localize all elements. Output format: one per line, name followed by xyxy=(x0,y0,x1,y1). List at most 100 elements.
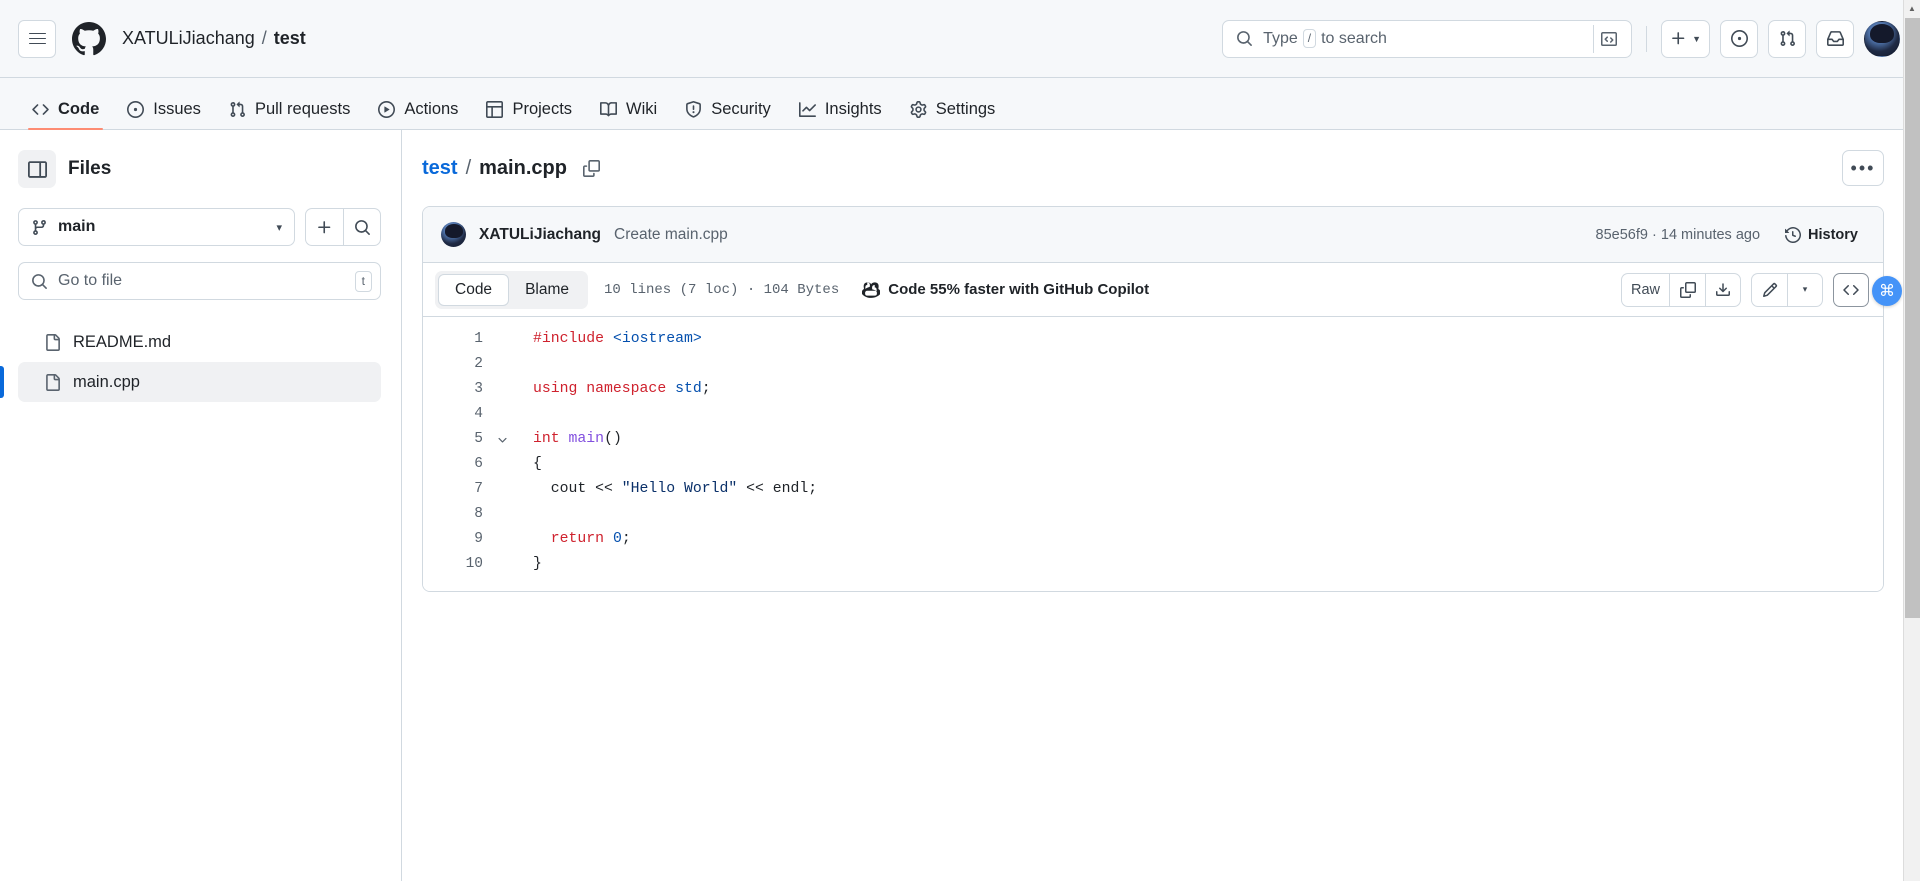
graph-icon xyxy=(798,101,816,117)
file-card: XATULiJiachang Create main.cpp 85e56f9 ·… xyxy=(422,206,1884,592)
tab-wiki[interactable]: Wiki xyxy=(588,89,669,129)
line-number[interactable]: 7 xyxy=(423,477,489,502)
line-number[interactable]: 10 xyxy=(423,552,489,577)
code-line-content[interactable]: using namespace std; xyxy=(515,377,711,402)
code-icon xyxy=(32,103,49,115)
header-divider xyxy=(1646,25,1648,52)
create-new-button[interactable]: ▼ xyxy=(1661,19,1710,58)
tab-issues[interactable]: Issues xyxy=(115,89,213,129)
copy-contents-button[interactable] xyxy=(1669,272,1705,307)
pull-requests-button[interactable] xyxy=(1768,19,1806,58)
gear-icon xyxy=(910,100,927,118)
sidebar-collapse-icon xyxy=(27,160,47,178)
code-fold-toggle[interactable] xyxy=(489,427,515,452)
history-icon xyxy=(1785,226,1801,243)
line-number[interactable]: 8 xyxy=(423,502,489,527)
code-line: 8 xyxy=(423,502,1883,527)
page-scrollbar[interactable]: ▲ xyxy=(1903,0,1920,881)
file-list-item-main-cpp[interactable]: main.cpp xyxy=(0,362,381,402)
go-to-file-input[interactable] xyxy=(58,272,345,290)
file-breadcrumb-row: test / main.cpp ••• xyxy=(422,148,1884,188)
code-line-content[interactable]: } xyxy=(515,552,542,577)
scrollbar-up-arrow[interactable]: ▲ xyxy=(1904,0,1920,17)
tab-wiki-label: Wiki xyxy=(626,99,658,118)
branch-selector[interactable]: main ▾ xyxy=(18,208,295,246)
download-raw-button[interactable] xyxy=(1705,272,1741,307)
code-line: 10 } xyxy=(423,552,1883,577)
add-file-button[interactable] xyxy=(305,208,343,246)
line-number[interactable]: 9 xyxy=(423,527,489,552)
line-number[interactable]: 4 xyxy=(423,402,489,427)
tab-code[interactable]: Code xyxy=(20,89,111,130)
code-line-content[interactable]: int main() xyxy=(515,427,622,452)
code-line-content[interactable]: cout << "Hello World" << endl; xyxy=(515,477,817,502)
issues-button[interactable] xyxy=(1720,19,1758,58)
command-badge-widget[interactable]: ⌘ xyxy=(1872,276,1902,306)
symbols-panel-button[interactable] xyxy=(1833,272,1869,307)
tab-pull-requests[interactable]: Pull requests xyxy=(217,89,362,129)
edit-dropdown-button[interactable]: ▾ xyxy=(1787,272,1823,307)
search-placeholder-text: Type / to search xyxy=(1263,29,1387,48)
file-icon xyxy=(46,373,60,391)
hamburger-menu-button[interactable] xyxy=(18,19,56,58)
notifications-button[interactable] xyxy=(1816,19,1854,58)
line-number[interactable]: 1 xyxy=(423,327,489,352)
edit-file-button[interactable] xyxy=(1751,272,1787,307)
file-tree-sidebar: Files main ▾ Go to file t README.md main… xyxy=(0,130,402,881)
history-label: History xyxy=(1808,226,1858,243)
files-title: Files xyxy=(68,158,112,179)
global-search-input[interactable]: Type / to search xyxy=(1222,19,1633,58)
code-line: 5 int main() xyxy=(423,427,1883,452)
file-list-item-readme[interactable]: README.md xyxy=(18,322,381,362)
user-avatar[interactable] xyxy=(1864,20,1900,57)
sidebar-collapse-button[interactable] xyxy=(18,150,56,188)
code-line-content[interactable]: #include <iostream> xyxy=(515,327,702,352)
hamburger-icon xyxy=(28,29,46,47)
tab-projects[interactable]: Projects xyxy=(474,89,584,129)
breadcrumb-repo-link[interactable]: test xyxy=(422,157,458,180)
go-to-file-search[interactable]: t xyxy=(18,262,381,300)
copy-icon xyxy=(1679,281,1696,298)
copy-path-button[interactable] xyxy=(579,156,604,181)
tab-actions[interactable]: Actions xyxy=(366,89,470,129)
sidebar-search-button[interactable] xyxy=(343,208,381,246)
commit-message[interactable]: Create main.cpp xyxy=(614,226,728,244)
tab-blame-view[interactable]: Blame xyxy=(509,274,585,306)
more-options-button[interactable]: ••• xyxy=(1842,150,1884,186)
commit-author-name[interactable]: XATULiJiachang xyxy=(479,226,601,244)
branch-row: main ▾ xyxy=(18,208,381,246)
global-header: XATULiJiachang / test Type / to search ▼ xyxy=(0,0,1920,78)
copilot-cta-button[interactable]: Code 55% faster with GitHub Copilot xyxy=(855,277,1156,303)
commit-meta-group: 85e56f9 · 14 minutes ago History xyxy=(1596,222,1865,248)
files-header: Files xyxy=(18,148,381,190)
code-line-content[interactable]: return 0; xyxy=(515,527,631,552)
issue-opened-icon xyxy=(127,100,145,118)
tab-settings[interactable]: Settings xyxy=(898,89,1008,129)
github-logo-icon[interactable] xyxy=(72,21,106,56)
tab-projects-label: Projects xyxy=(512,99,573,118)
commit-sha[interactable]: 85e56f9 xyxy=(1596,227,1648,243)
tab-insights[interactable]: Insights xyxy=(787,89,894,129)
pencil-icon xyxy=(1762,282,1777,297)
tab-code-view[interactable]: Code xyxy=(438,273,510,306)
play-icon xyxy=(378,100,396,118)
scrollbar-thumb[interactable] xyxy=(1905,18,1920,618)
plus-icon xyxy=(318,220,331,233)
command-palette-icon[interactable] xyxy=(1593,24,1623,53)
tab-security[interactable]: Security xyxy=(673,89,783,129)
branch-name-label: main xyxy=(58,218,96,235)
code-line-content[interactable]: { xyxy=(515,452,542,477)
repo-name-link[interactable]: test xyxy=(274,28,306,49)
line-number[interactable]: 3 xyxy=(423,377,489,402)
repo-owner-link[interactable]: XATULiJiachang xyxy=(122,28,255,49)
raw-button[interactable]: Raw xyxy=(1620,272,1669,307)
history-button[interactable]: History xyxy=(1778,222,1865,248)
file-content-area: test / main.cpp ••• XATULiJiachang Creat… xyxy=(402,130,1920,881)
line-number[interactable]: 6 xyxy=(423,452,489,477)
commit-author-avatar[interactable] xyxy=(441,222,466,247)
line-number[interactable]: 5 xyxy=(423,427,489,452)
line-number[interactable]: 2 xyxy=(423,352,489,377)
